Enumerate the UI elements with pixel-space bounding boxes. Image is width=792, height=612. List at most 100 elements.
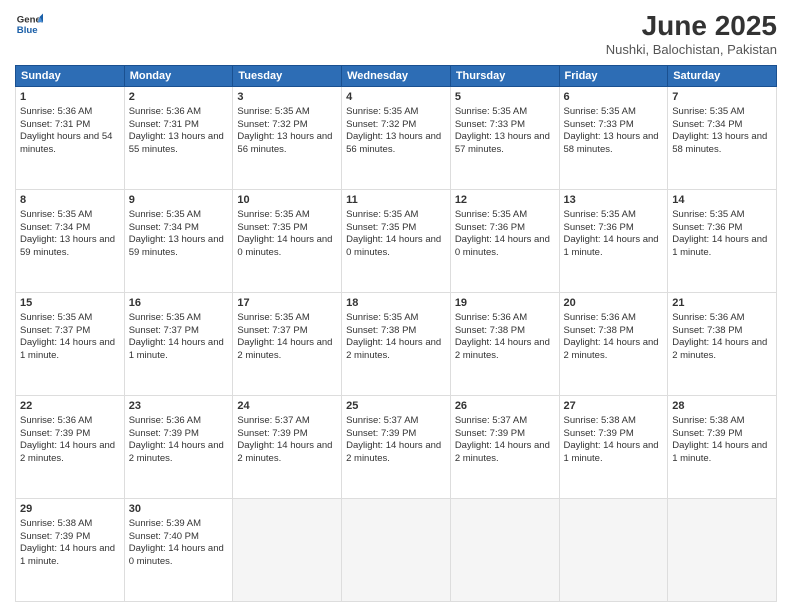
day-number: 12	[455, 193, 555, 208]
cell-jun3: 3 Sunrise: 5:35 AMSunset: 7:32 PMDayligh…	[233, 87, 342, 190]
cell-content: Sunrise: 5:37 AMSunset: 7:39 PMDaylight:…	[346, 415, 441, 464]
cell-jun5: 5 Sunrise: 5:35 AMSunset: 7:33 PMDayligh…	[450, 87, 559, 190]
cell-jun7: 7 Sunrise: 5:35 AMSunset: 7:34 PMDayligh…	[668, 87, 777, 190]
month-title: June 2025	[606, 10, 777, 42]
svg-text:Blue: Blue	[17, 25, 38, 36]
header-saturday: Saturday	[668, 66, 777, 87]
cell-content: Sunrise: 5:35 AMSunset: 7:36 PMDaylight:…	[564, 209, 659, 258]
header-tuesday: Tuesday	[233, 66, 342, 87]
day-number: 19	[455, 296, 555, 311]
cell-content: Sunrise: 5:35 AMSunset: 7:32 PMDaylight:…	[237, 106, 332, 155]
cell-content: Sunrise: 5:36 AMSunset: 7:31 PMDaylight:…	[129, 106, 224, 155]
cell-jun29: 29 Sunrise: 5:38 AMSunset: 7:39 PMDaylig…	[16, 499, 125, 602]
cell-jun22: 22 Sunrise: 5:36 AMSunset: 7:39 PMDaylig…	[16, 396, 125, 499]
day-number: 22	[20, 399, 120, 414]
day-number: 7	[672, 90, 772, 105]
day-number: 28	[672, 399, 772, 414]
day-number: 27	[564, 399, 664, 414]
cell-content: Sunrise: 5:35 AMSunset: 7:33 PMDaylight:…	[455, 106, 550, 155]
calendar-header-row: Sunday Monday Tuesday Wednesday Thursday…	[16, 66, 777, 87]
cell-content: Sunrise: 5:35 AMSunset: 7:36 PMDaylight:…	[455, 209, 550, 258]
cell-jun25: 25 Sunrise: 5:37 AMSunset: 7:39 PMDaylig…	[342, 396, 451, 499]
header-monday: Monday	[124, 66, 233, 87]
cell-jun27: 27 Sunrise: 5:38 AMSunset: 7:39 PMDaylig…	[559, 396, 668, 499]
cell-empty	[450, 499, 559, 602]
header-friday: Friday	[559, 66, 668, 87]
cell-content: Sunrise: 5:35 AMSunset: 7:35 PMDaylight:…	[346, 209, 441, 258]
cell-empty	[342, 499, 451, 602]
cell-jun13: 13 Sunrise: 5:35 AMSunset: 7:36 PMDaylig…	[559, 190, 668, 293]
cell-jun26: 26 Sunrise: 5:37 AMSunset: 7:39 PMDaylig…	[450, 396, 559, 499]
day-number: 26	[455, 399, 555, 414]
cell-content: Sunrise: 5:39 AMSunset: 7:40 PMDaylight:…	[129, 518, 224, 567]
page: General Blue June 2025 Nushki, Balochist…	[0, 0, 792, 612]
day-number: 25	[346, 399, 446, 414]
cell-content: Sunrise: 5:35 AMSunset: 7:36 PMDaylight:…	[672, 209, 767, 258]
header-sunday: Sunday	[16, 66, 125, 87]
table-row: 8 Sunrise: 5:35 AMSunset: 7:34 PMDayligh…	[16, 190, 777, 293]
day-number: 13	[564, 193, 664, 208]
cell-content: Sunrise: 5:35 AMSunset: 7:32 PMDaylight:…	[346, 106, 441, 155]
cell-jun11: 11 Sunrise: 5:35 AMSunset: 7:35 PMDaylig…	[342, 190, 451, 293]
cell-jun9: 9 Sunrise: 5:35 AMSunset: 7:34 PMDayligh…	[124, 190, 233, 293]
cell-jun28: 28 Sunrise: 5:38 AMSunset: 7:39 PMDaylig…	[668, 396, 777, 499]
cell-content: Sunrise: 5:36 AMSunset: 7:31 PMDaylight …	[20, 106, 112, 155]
day-number: 16	[129, 296, 229, 311]
cell-jun24: 24 Sunrise: 5:37 AMSunset: 7:39 PMDaylig…	[233, 396, 342, 499]
cell-jun14: 14 Sunrise: 5:35 AMSunset: 7:36 PMDaylig…	[668, 190, 777, 293]
cell-jun23: 23 Sunrise: 5:36 AMSunset: 7:39 PMDaylig…	[124, 396, 233, 499]
cell-jun15: 15 Sunrise: 5:35 AMSunset: 7:37 PMDaylig…	[16, 293, 125, 396]
cell-jun17: 17 Sunrise: 5:35 AMSunset: 7:37 PMDaylig…	[233, 293, 342, 396]
cell-jun18: 18 Sunrise: 5:35 AMSunset: 7:38 PMDaylig…	[342, 293, 451, 396]
day-number: 23	[129, 399, 229, 414]
calendar-table: Sunday Monday Tuesday Wednesday Thursday…	[15, 65, 777, 602]
cell-jun1: 1 Sunrise: 5:36 AMSunset: 7:31 PMDayligh…	[16, 87, 125, 190]
day-number: 6	[564, 90, 664, 105]
cell-content: Sunrise: 5:35 AMSunset: 7:37 PMDaylight:…	[129, 312, 224, 361]
table-row: 1 Sunrise: 5:36 AMSunset: 7:31 PMDayligh…	[16, 87, 777, 190]
day-number: 9	[129, 193, 229, 208]
table-row: 29 Sunrise: 5:38 AMSunset: 7:39 PMDaylig…	[16, 499, 777, 602]
cell-jun6: 6 Sunrise: 5:35 AMSunset: 7:33 PMDayligh…	[559, 87, 668, 190]
cell-content: Sunrise: 5:36 AMSunset: 7:39 PMDaylight:…	[129, 415, 224, 464]
cell-content: Sunrise: 5:38 AMSunset: 7:39 PMDaylight:…	[672, 415, 767, 464]
cell-jun12: 12 Sunrise: 5:35 AMSunset: 7:36 PMDaylig…	[450, 190, 559, 293]
cell-jun21: 21 Sunrise: 5:36 AMSunset: 7:38 PMDaylig…	[668, 293, 777, 396]
cell-jun20: 20 Sunrise: 5:36 AMSunset: 7:38 PMDaylig…	[559, 293, 668, 396]
title-block: June 2025 Nushki, Balochistan, Pakistan	[606, 10, 777, 57]
day-number: 4	[346, 90, 446, 105]
cell-content: Sunrise: 5:35 AMSunset: 7:34 PMDaylight:…	[672, 106, 767, 155]
day-number: 3	[237, 90, 337, 105]
header-wednesday: Wednesday	[342, 66, 451, 87]
cell-empty	[233, 499, 342, 602]
day-number: 30	[129, 502, 229, 517]
location-title: Nushki, Balochistan, Pakistan	[606, 42, 777, 57]
cell-content: Sunrise: 5:35 AMSunset: 7:38 PMDaylight:…	[346, 312, 441, 361]
cell-jun10: 10 Sunrise: 5:35 AMSunset: 7:35 PMDaylig…	[233, 190, 342, 293]
table-row: 22 Sunrise: 5:36 AMSunset: 7:39 PMDaylig…	[16, 396, 777, 499]
cell-jun30: 30 Sunrise: 5:39 AMSunset: 7:40 PMDaylig…	[124, 499, 233, 602]
day-number: 15	[20, 296, 120, 311]
day-number: 17	[237, 296, 337, 311]
cell-content: Sunrise: 5:35 AMSunset: 7:37 PMDaylight:…	[20, 312, 115, 361]
table-row: 15 Sunrise: 5:35 AMSunset: 7:37 PMDaylig…	[16, 293, 777, 396]
header-thursday: Thursday	[450, 66, 559, 87]
cell-content: Sunrise: 5:36 AMSunset: 7:38 PMDaylight:…	[564, 312, 659, 361]
logo: General Blue	[15, 10, 43, 38]
cell-jun4: 4 Sunrise: 5:35 AMSunset: 7:32 PMDayligh…	[342, 87, 451, 190]
day-number: 8	[20, 193, 120, 208]
cell-content: Sunrise: 5:37 AMSunset: 7:39 PMDaylight:…	[455, 415, 550, 464]
day-number: 2	[129, 90, 229, 105]
day-number: 18	[346, 296, 446, 311]
day-number: 1	[20, 90, 120, 105]
logo-icon: General Blue	[15, 10, 43, 38]
day-number: 11	[346, 193, 446, 208]
day-number: 24	[237, 399, 337, 414]
cell-content: Sunrise: 5:35 AMSunset: 7:35 PMDaylight:…	[237, 209, 332, 258]
day-number: 20	[564, 296, 664, 311]
cell-content: Sunrise: 5:35 AMSunset: 7:33 PMDaylight:…	[564, 106, 659, 155]
cell-content: Sunrise: 5:38 AMSunset: 7:39 PMDaylight:…	[564, 415, 659, 464]
day-number: 5	[455, 90, 555, 105]
cell-content: Sunrise: 5:35 AMSunset: 7:34 PMDaylight:…	[129, 209, 224, 258]
cell-content: Sunrise: 5:38 AMSunset: 7:39 PMDaylight:…	[20, 518, 115, 567]
